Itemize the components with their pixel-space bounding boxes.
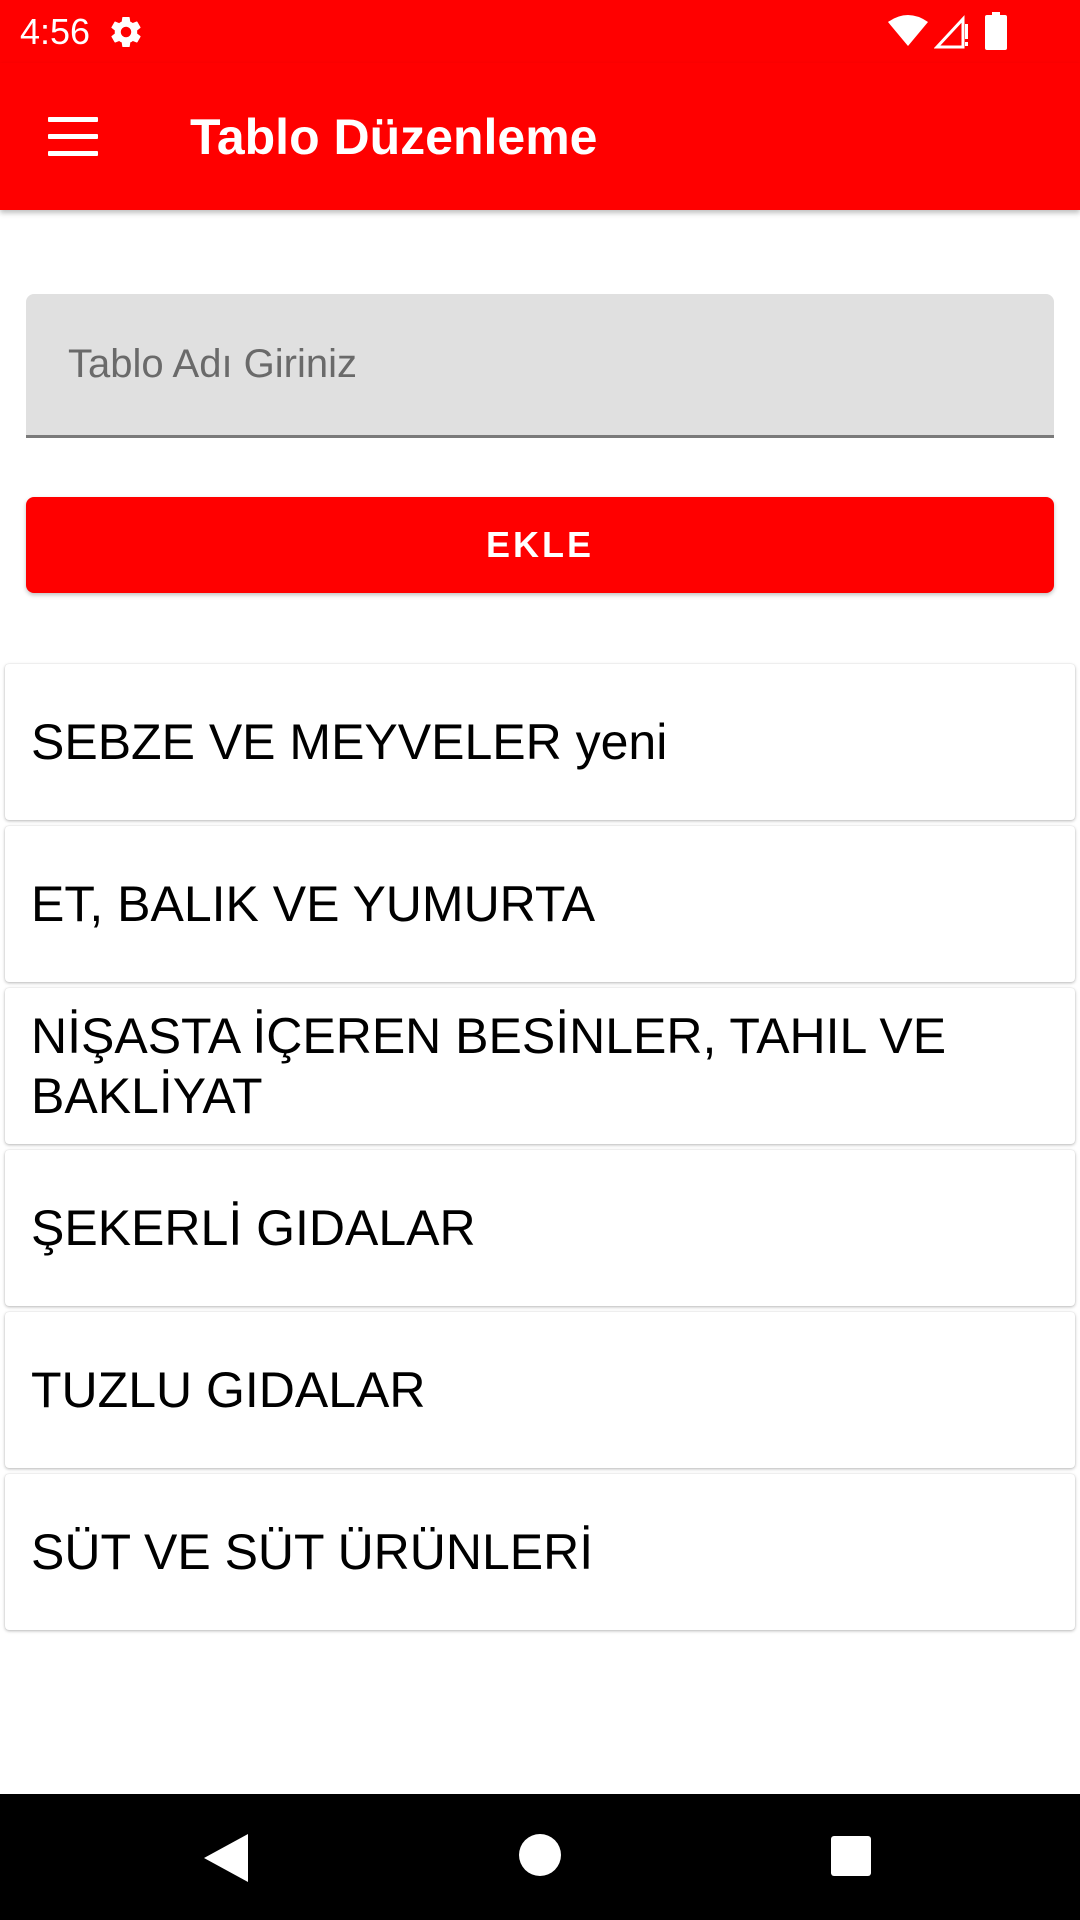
navigation-bar bbox=[0, 1794, 1080, 1920]
list-item-label: ET, BALIK VE YUMURTA bbox=[31, 876, 596, 932]
home-icon[interactable] bbox=[519, 1834, 561, 1876]
add-button[interactable]: EKLE bbox=[26, 497, 1054, 593]
list-item[interactable]: SEBZE VE MEYVELER yeni bbox=[5, 664, 1075, 820]
list-item-label: TUZLU GIDALAR bbox=[31, 1362, 426, 1418]
status-bar: 4:56 bbox=[0, 0, 1080, 63]
status-time: 4:56 bbox=[20, 11, 91, 52]
list-item[interactable]: NİŞASTA İÇEREN BESİNLER, TAHIL VE BAKLİY… bbox=[5, 988, 1075, 1144]
list-item-label: NİŞASTA İÇEREN BESİNLER, TAHIL VE BAKLİY… bbox=[31, 1008, 947, 1124]
battery-icon bbox=[985, 12, 1007, 50]
recents-icon[interactable] bbox=[831, 1836, 871, 1876]
list-item-label: SEBZE VE MEYVELER yeni bbox=[31, 714, 668, 770]
wifi-icon bbox=[888, 15, 928, 46]
back-icon[interactable] bbox=[204, 1834, 248, 1882]
list-item-label: ŞEKERLİ GIDALAR bbox=[31, 1200, 476, 1256]
app-bar: Tablo Düzenleme bbox=[0, 63, 1080, 210]
list-item[interactable]: TUZLU GIDALAR bbox=[5, 1312, 1075, 1468]
signal-icon bbox=[934, 15, 968, 49]
table-name-input[interactable] bbox=[26, 294, 1054, 438]
gear-icon bbox=[111, 17, 141, 48]
list-item[interactable]: SÜT VE SÜT ÜRÜNLERİ bbox=[5, 1474, 1075, 1630]
list-item-label: SÜT VE SÜT ÜRÜNLERİ bbox=[31, 1524, 594, 1580]
list-item[interactable]: ET, BALIK VE YUMURTA bbox=[5, 826, 1075, 982]
page-title: Tablo Düzenleme bbox=[190, 109, 598, 165]
hamburger-menu-icon[interactable] bbox=[36, 105, 108, 169]
list-item[interactable]: ŞEKERLİ GIDALAR bbox=[5, 1150, 1075, 1306]
